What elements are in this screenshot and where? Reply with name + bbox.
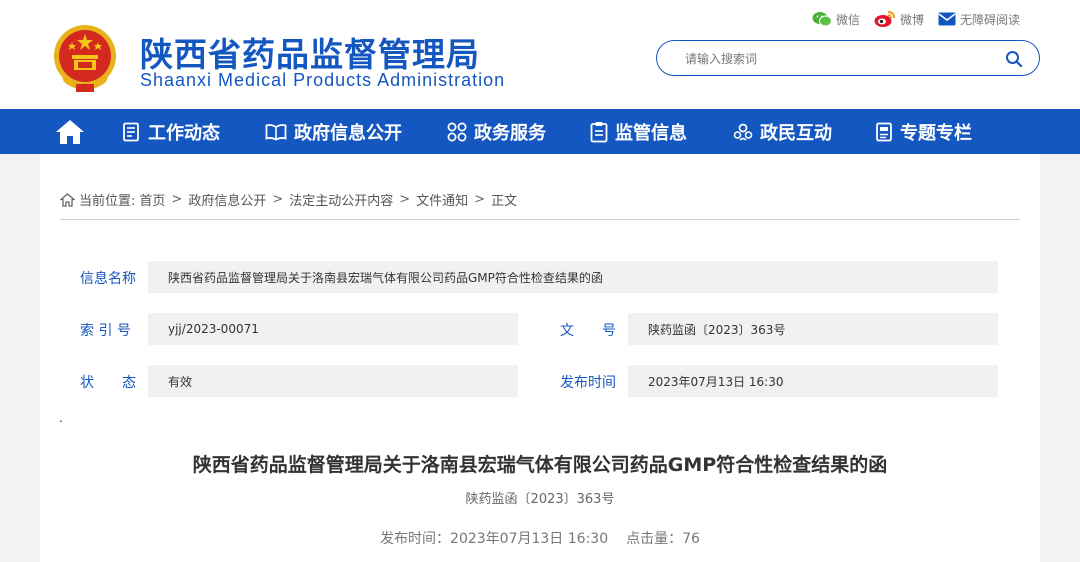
info-name-value: 陕西省药品监督管理局关于洛南县宏瑞气体有限公司药品GMP符合性检查结果的函 <box>148 261 998 293</box>
national-emblem-icon[interactable] <box>50 22 120 96</box>
breadcrumb-gov-info[interactable]: 政府信息公开 <box>188 190 266 209</box>
breadcrumb-home[interactable]: 首页 <box>139 190 165 209</box>
nav-item-gov-info[interactable]: 政府信息公开 <box>265 109 402 154</box>
nav-item-gov-services[interactable]: 政务服务 <box>447 109 546 154</box>
open-book-icon <box>265 123 287 141</box>
nav-label: 专题专栏 <box>900 122 972 144</box>
weibo-link[interactable]: 微博 <box>874 10 924 28</box>
breadcrumb-prefix: 当前位置: <box>79 194 136 209</box>
publish-time-value: 2023年07月13日 16:30 <box>450 531 609 547</box>
document-list-icon <box>123 122 139 141</box>
article-doc-number: 陕药监函〔2023〕363号 <box>465 492 615 507</box>
info-docno-value: 陕药监函〔2023〕363号 <box>628 313 998 345</box>
info-index-label: 索 引 号 <box>80 323 131 339</box>
people-interaction-icon <box>733 123 753 141</box>
accessibility-label: 无障碍阅读 <box>959 12 1020 27</box>
stray-dot: . <box>59 411 63 425</box>
search-box <box>656 40 1040 76</box>
breadcrumb-separator: > <box>399 192 411 207</box>
nav-label: 政务服务 <box>474 122 546 144</box>
nav-label: 工作动态 <box>148 122 220 144</box>
info-date-value: 2023年07月13日 16:30 <box>628 365 998 397</box>
notebook-icon <box>876 122 892 141</box>
nav-label: 政民互动 <box>760 122 832 144</box>
info-status-label: 状 态 <box>80 375 136 391</box>
breadcrumb-current: 正文 <box>491 194 518 209</box>
weibo-label: 微博 <box>899 12 924 27</box>
breadcrumb-separator: > <box>171 192 183 207</box>
top-links: 微信 微博 无障碍阅读 <box>812 10 1020 28</box>
accessibility-link[interactable]: 无障碍阅读 <box>938 11 1020 28</box>
nav-item-supervision[interactable]: 监管信息 <box>590 109 687 154</box>
hits-value: 76 <box>682 531 700 547</box>
info-name-label: 信息名称 <box>80 271 136 287</box>
breadcrumb-statutory[interactable]: 法定主动公开内容 <box>289 190 393 209</box>
hits-label: 点击量： <box>626 531 683 547</box>
home-icon[interactable] <box>54 118 86 146</box>
nav-label: 监管信息 <box>615 122 687 144</box>
breadcrumb-separator: > <box>272 192 284 207</box>
article-meta: 发布时间：2023年07月13日 16:30 点击量：76 <box>40 528 1040 548</box>
wechat-link[interactable]: 微信 <box>812 11 860 28</box>
search-icon[interactable] <box>1005 50 1023 68</box>
nav-label: 政府信息公开 <box>294 122 402 144</box>
site-header: 陕西省药品监督管理局 Shaanxi Medical Products Admi… <box>0 0 1080 109</box>
clipboard-icon <box>590 121 608 142</box>
home-outline-icon <box>60 192 75 207</box>
wechat-icon <box>812 12 832 27</box>
site-title-cn[interactable]: 陕西省药品监督管理局 <box>140 28 480 76</box>
breadcrumb-divider <box>60 219 1020 220</box>
wechat-label: 微信 <box>835 12 860 27</box>
publish-time-label: 发布时间： <box>380 531 451 547</box>
main-nav: 工作动态 政府信息公开 政务服务 监管信息 政民互动 专题专栏 <box>0 109 1080 154</box>
info-status-value: 有效 <box>148 365 518 397</box>
info-index-value: yjj/2023-00071 <box>148 313 518 345</box>
nav-item-interaction[interactable]: 政民互动 <box>733 109 832 154</box>
nav-item-special-topics[interactable]: 专题专栏 <box>875 109 972 154</box>
grid-circles-icon <box>447 122 467 141</box>
weibo-icon <box>874 11 895 27</box>
mail-icon <box>938 12 956 26</box>
breadcrumb-notices[interactable]: 文件通知 <box>416 190 468 209</box>
content-panel: 当前位置: 首页 > 政府信息公开 > 法定主动公开内容 > 文件通知 > 正文… <box>40 154 1040 562</box>
nav-item-work-news[interactable]: 工作动态 <box>121 109 220 154</box>
breadcrumb: 当前位置: 首页 > 政府信息公开 > 法定主动公开内容 > 文件通知 > 正文 <box>60 190 517 209</box>
info-date-label: 发布时间 <box>560 375 616 391</box>
info-docno-label: 文 号 <box>560 323 616 339</box>
search-input[interactable] <box>685 49 985 69</box>
site-title-en: Shaanxi Medical Products Administration <box>140 70 506 90</box>
article-title: 陕西省药品监督管理局关于洛南县宏瑞气体有限公司药品GMP符合性检查结果的函 <box>192 454 888 476</box>
breadcrumb-separator: > <box>474 192 486 207</box>
